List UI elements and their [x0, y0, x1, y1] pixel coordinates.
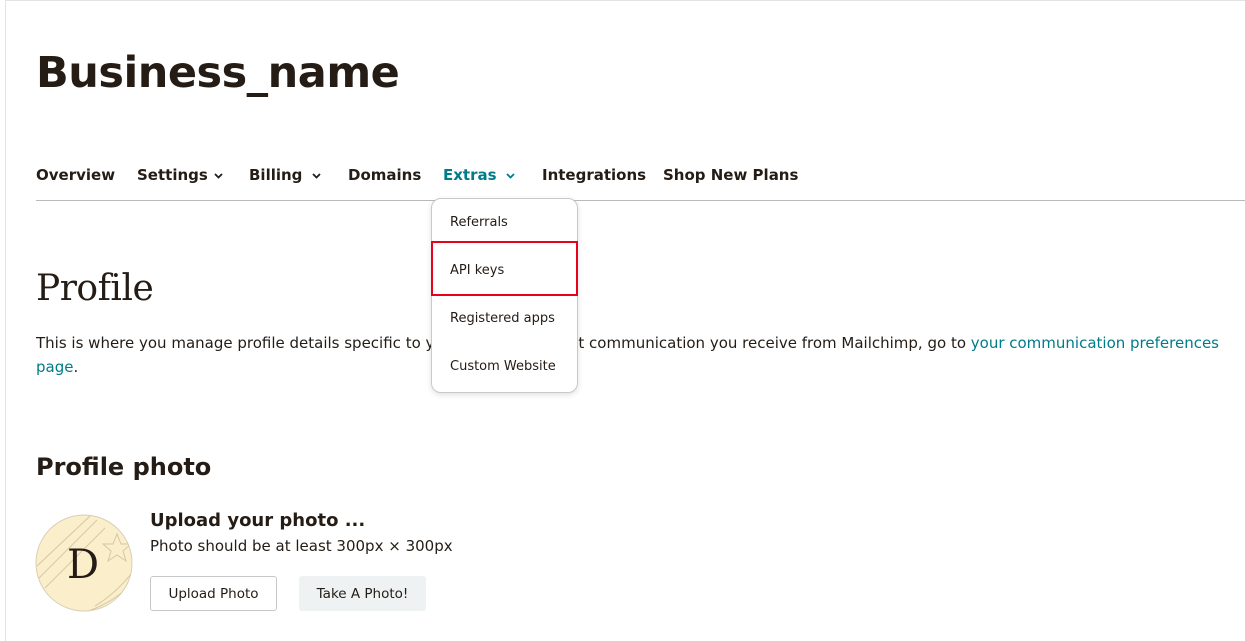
- nav-extras[interactable]: Extras: [443, 166, 515, 184]
- extras-dropdown-menu: Referrals API keys Registered apps Custo…: [431, 198, 578, 393]
- chevron-down-icon: [214, 172, 223, 179]
- profile-photo-heading: Profile photo: [36, 453, 212, 481]
- menu-item-registered-apps[interactable]: Registered apps: [450, 311, 555, 326]
- nav-overview[interactable]: Overview: [36, 166, 115, 184]
- window-left-border: [5, 0, 6, 641]
- upload-photo-hint: Photo should be at least 300px × 300px: [150, 537, 453, 555]
- nav-billing[interactable]: Billing: [249, 166, 322, 184]
- take-photo-button[interactable]: Take A Photo!: [299, 576, 426, 611]
- window-top-border: [5, 0, 1245, 1]
- avatar[interactable]: D: [35, 514, 133, 612]
- profile-heading: Profile: [36, 268, 154, 309]
- avatar-letter: D: [67, 542, 99, 588]
- nav-shop-new-plans[interactable]: Shop New Plans: [663, 166, 798, 184]
- business-title: Business_name: [36, 48, 400, 98]
- nav-domains[interactable]: Domains: [348, 166, 421, 184]
- nav-integrations[interactable]: Integrations: [542, 166, 646, 184]
- menu-item-api-keys[interactable]: API keys: [450, 263, 504, 278]
- menu-item-custom-website[interactable]: Custom Website: [450, 359, 556, 374]
- profile-description: This is where you manage profile details…: [36, 331, 1231, 379]
- nav-billing-label: Billing: [249, 166, 303, 184]
- profile-desc-end: .: [73, 358, 79, 376]
- upload-photo-button[interactable]: Upload Photo: [150, 576, 277, 611]
- profile-desc-text-2: t communication you receive from Mailchi…: [578, 334, 971, 352]
- account-nav: Overview Settings Billing Domains Extras…: [36, 160, 1245, 201]
- nav-extras-label: Extras: [443, 166, 497, 184]
- chevron-down-icon: [505, 172, 515, 179]
- nav-settings-label: Settings: [137, 166, 208, 184]
- nav-settings[interactable]: Settings: [137, 166, 223, 184]
- profile-desc-text-1: This is where you manage profile details…: [36, 334, 435, 352]
- chevron-down-icon: [312, 172, 322, 179]
- upload-photo-title: Upload your photo ...: [150, 510, 366, 531]
- menu-item-referrals[interactable]: Referrals: [450, 215, 508, 230]
